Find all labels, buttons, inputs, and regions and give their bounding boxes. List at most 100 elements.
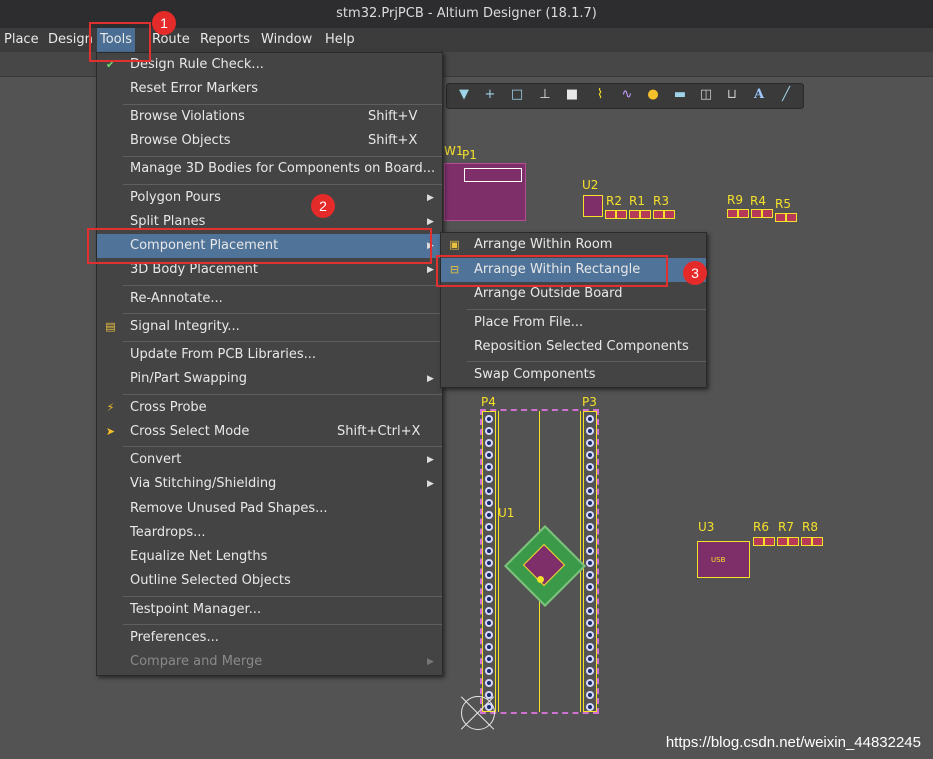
menu-item-reset-error-markers[interactable]: Reset Error Markers: [97, 77, 442, 101]
r1-pad[interactable]: [629, 210, 640, 219]
fill-icon[interactable]: ▬: [669, 83, 691, 107]
menu-item-compare-and-merge: Compare and Merge ▶: [97, 650, 442, 674]
text-icon[interactable]: A: [748, 83, 770, 107]
menu-help[interactable]: Help: [322, 28, 358, 52]
polygon-icon[interactable]: ◫: [695, 83, 717, 107]
annotation-box-arrange-within-rectangle: [436, 255, 668, 287]
header-pin: [485, 667, 493, 675]
r1-pad[interactable]: [640, 210, 651, 219]
menu-separator: [123, 394, 442, 395]
r6-pad[interactable]: [753, 537, 764, 546]
menu-item-via-stitching[interactable]: Via Stitching/Shielding ▶: [97, 472, 442, 496]
header-pin: [485, 571, 493, 579]
header-pin: [586, 463, 594, 471]
r9-pad[interactable]: [738, 209, 749, 218]
r5-pad[interactable]: [775, 213, 786, 222]
r7-pad[interactable]: [777, 537, 788, 546]
menu-item-pin-part-swapping[interactable]: Pin/Part Swapping ▶: [97, 367, 442, 391]
menu-separator: [467, 309, 706, 310]
add-icon[interactable]: +: [479, 83, 501, 107]
select-rect-icon[interactable]: □: [506, 83, 528, 107]
header-pin: [586, 655, 594, 663]
header-pin: [485, 523, 493, 531]
menu-separator: [123, 446, 442, 447]
component-icon[interactable]: ■: [561, 83, 583, 107]
header-pin: [485, 499, 493, 507]
header-pin: [485, 451, 493, 459]
submenu-arrow-icon: ▶: [427, 193, 434, 203]
cross-probe-icon: ⚡: [106, 401, 115, 414]
watermark: https://blog.csdn.net/weixin_44832245: [665, 734, 921, 751]
menu-item-cross-probe[interactable]: ⚡ Cross Probe: [97, 396, 442, 420]
menu-item-reposition-selected-components[interactable]: Reposition Selected Components: [441, 335, 706, 359]
header-pin: [586, 451, 594, 459]
line-icon[interactable]: ╱: [775, 83, 797, 107]
menu-item-outline-selected-objects[interactable]: Outline Selected Objects: [97, 569, 442, 593]
menu-item-remove-unused-pad-shapes[interactable]: Remove Unused Pad Shapes...: [97, 497, 442, 521]
label-r8: R8: [802, 520, 818, 534]
dimension-icon[interactable]: ⊔: [721, 83, 743, 107]
menu-item-convert[interactable]: Convert ▶: [97, 448, 442, 472]
menu-window[interactable]: Window: [258, 28, 315, 52]
header-pin: [485, 643, 493, 651]
annotation-box-tools: [89, 22, 151, 62]
arrange-room-icon: ▣: [449, 238, 460, 251]
align-icon[interactable]: ⊥: [534, 83, 556, 107]
header-pin: [485, 463, 493, 471]
menu-separator: [123, 285, 442, 286]
r3-pad[interactable]: [664, 210, 675, 219]
p1-header: [464, 168, 522, 182]
label-p1: P1: [462, 148, 477, 162]
menu-item-update-from-pcb-libraries[interactable]: Update From PCB Libraries...: [97, 343, 442, 367]
annotation-box-component-placement: [87, 228, 432, 264]
u2-footprint[interactable]: [583, 195, 603, 217]
header-pin: [586, 511, 594, 519]
header-pin: [586, 571, 594, 579]
label-u1: U1: [498, 506, 515, 520]
menu-item-browse-objects[interactable]: Browse Objects Shift+X: [97, 129, 442, 153]
menu-item-polygon-pours[interactable]: Polygon Pours ▶: [97, 186, 442, 210]
menu-item-equalize-net-lengths[interactable]: Equalize Net Lengths: [97, 545, 442, 569]
cross-select-icon: ➤: [105, 425, 116, 438]
menu-item-browse-violations[interactable]: Browse Violations Shift+V: [97, 105, 442, 129]
r4-pad[interactable]: [751, 209, 762, 218]
header-pin: [586, 439, 594, 447]
menu-item-re-annotate[interactable]: Re-Annotate...: [97, 287, 442, 311]
label-u2: U2: [582, 178, 599, 192]
label-p4: P4: [481, 395, 496, 409]
menu-reports[interactable]: Reports: [197, 28, 253, 52]
r6-pad[interactable]: [764, 537, 775, 546]
signal-integrity-icon: ▤: [105, 320, 116, 333]
r8-pad[interactable]: [801, 537, 812, 546]
label-r6: R6: [753, 520, 769, 534]
r4-pad[interactable]: [762, 209, 773, 218]
menu-item-teardrops[interactable]: Teardrops...: [97, 521, 442, 545]
header-pin: [586, 583, 594, 591]
r2-pad[interactable]: [605, 210, 616, 219]
diff-pair-icon[interactable]: ∿: [616, 83, 638, 107]
route-icon[interactable]: ⌇: [589, 83, 611, 107]
r3-pad[interactable]: [653, 210, 664, 219]
menu-item-preferences[interactable]: Preferences...: [97, 626, 442, 650]
menu-item-signal-integrity[interactable]: ▤ Signal Integrity...: [97, 315, 442, 339]
via-icon[interactable]: ●: [642, 83, 664, 107]
menu-item-arrange-within-room[interactable]: ▣ Arrange Within Room: [441, 233, 706, 257]
r5-pad[interactable]: [786, 213, 797, 222]
header-pin: [485, 547, 493, 555]
menu-item-cross-select-mode[interactable]: ➤ Cross Select Mode Shift+Ctrl+X: [97, 420, 442, 444]
annotation-badge-1: 1: [152, 11, 176, 35]
menu-item-place-from-file[interactable]: Place From File...: [441, 311, 706, 335]
annotation-badge-3: 3: [683, 261, 707, 285]
header-pin: [485, 679, 493, 687]
filter-icon[interactable]: ▼: [453, 83, 475, 107]
r9-pad[interactable]: [727, 209, 738, 218]
menu-item-testpoint-manager[interactable]: Testpoint Manager...: [97, 598, 442, 622]
menu-item-manage-3d-bodies[interactable]: Manage 3D Bodies for Components on Board…: [97, 157, 442, 181]
label-r7: R7: [778, 520, 794, 534]
r7-pad[interactable]: [788, 537, 799, 546]
menu-place[interactable]: Place: [1, 28, 42, 52]
r2-pad[interactable]: [616, 210, 627, 219]
header-pin: [485, 619, 493, 627]
menu-item-swap-components[interactable]: Swap Components: [441, 363, 706, 387]
r8-pad[interactable]: [812, 537, 823, 546]
